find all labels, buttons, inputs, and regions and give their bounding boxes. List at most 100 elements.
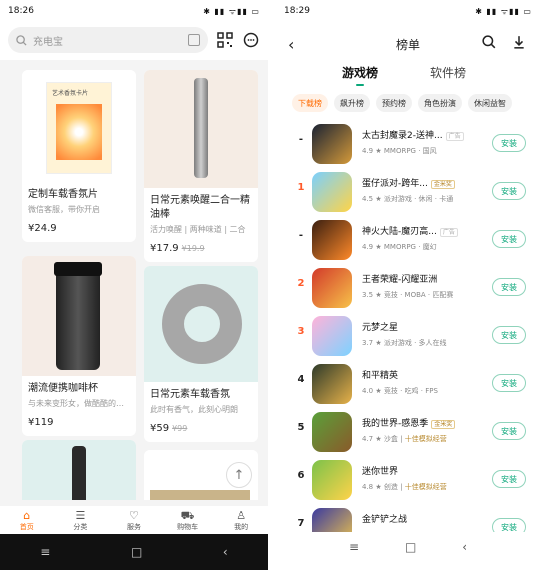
app-icon[interactable] bbox=[312, 220, 352, 260]
home-nav-icon[interactable]: □ bbox=[405, 540, 416, 554]
arrow-up-icon: ↑ bbox=[233, 467, 245, 483]
app-icon[interactable] bbox=[312, 508, 352, 532]
product-price: ¥119 bbox=[22, 409, 136, 436]
back-nav-icon[interactable]: ‹ bbox=[223, 545, 228, 559]
install-button[interactable]: 安装 bbox=[492, 422, 526, 440]
install-button[interactable]: 安装 bbox=[492, 326, 526, 344]
app-name-line: 蛋仔派对-跨年... 金米奖 bbox=[362, 176, 472, 189]
chip-rising[interactable]: 飙升榜 bbox=[334, 94, 370, 112]
app-meta: 4.0 ★ 竞技 · 吃鸡 · FPS bbox=[362, 386, 438, 396]
message-icon[interactable] bbox=[242, 31, 260, 49]
app-name-line: 神火大陆-魔刃高... 广告 bbox=[362, 224, 472, 237]
product-card[interactable]: 日常元素车载香氛 此时有香气，此刻心明朗 ¥59 ¥99 bbox=[144, 266, 258, 442]
star-icon: ★ bbox=[373, 387, 384, 395]
chip-casual[interactable]: 休闲益智 bbox=[468, 94, 512, 112]
product-image bbox=[22, 256, 136, 376]
back-arrow-icon[interactable]: ‹ bbox=[288, 35, 294, 54]
app-category: 派对游戏 · 多人在线 bbox=[383, 339, 447, 347]
app-name-line: 金铲铲之战 bbox=[362, 512, 472, 525]
app-name: 和平精英 bbox=[362, 371, 399, 381]
tab-games[interactable]: 游戏榜 bbox=[342, 64, 378, 86]
cart-icon: ⛟ bbox=[180, 508, 195, 522]
app-icon[interactable] bbox=[312, 124, 352, 164]
app-row[interactable]: - 神火大陆-魔刃高... 广告 4.9 ★ MMORPG · 魔幻 安装 bbox=[276, 216, 540, 264]
menu-nav-icon[interactable]: ≡ bbox=[349, 540, 359, 554]
install-button[interactable]: 安装 bbox=[492, 278, 526, 296]
search-bar: 充电宝 bbox=[8, 26, 260, 54]
app-name: 蛋仔派对-跨年... bbox=[362, 179, 428, 189]
install-button[interactable]: 安装 bbox=[492, 134, 526, 152]
qr-code-icon[interactable] bbox=[216, 31, 234, 49]
category-chips: 下载榜 飙升榜 预约榜 角色扮演 休闲益智 bbox=[292, 94, 512, 112]
back-nav-icon[interactable]: ‹ bbox=[462, 540, 467, 554]
tab-cart[interactable]: ⛟ 购物车 bbox=[166, 509, 210, 532]
app-name-line: 迷你世界 bbox=[362, 464, 472, 477]
status-icons: ✱ ▮▮ ᯤ▮▮ ▭ bbox=[203, 6, 260, 16]
bottom-tab-bar: ⌂ 首页 ☰ 分类 ♡ 服务 ⛟ 购物车 ♙ 我的 bbox=[0, 506, 268, 534]
app-meta: 4.8 ★ 创造 | 十佳模拟经营 bbox=[362, 482, 447, 492]
app-row[interactable]: 5 我的世界-感恩季 金米奖 4.7 ★ 沙盒 | 十佳模拟经营 安装 bbox=[276, 408, 540, 456]
star-icon: ★ bbox=[373, 339, 384, 347]
rank-number: - bbox=[298, 134, 304, 145]
chip-downloads[interactable]: 下载榜 bbox=[292, 94, 328, 112]
app-icon[interactable] bbox=[312, 268, 352, 308]
rating-value: 4.5 bbox=[362, 195, 374, 203]
price-value: ¥119 bbox=[28, 417, 54, 428]
app-name: 太古封魔录2-送神... bbox=[362, 131, 443, 141]
app-meta: 3.5 ★ 竞技 · MOBA · 匹配赛 bbox=[362, 290, 453, 300]
app-icon[interactable] bbox=[312, 172, 352, 212]
app-row[interactable]: 7 金铲铲之战 安装 bbox=[276, 504, 540, 532]
tab-profile[interactable]: ♙ 我的 bbox=[219, 509, 263, 532]
tab-home[interactable]: ⌂ 首页 bbox=[5, 509, 49, 532]
app-name: 神火大陆-魔刃高... bbox=[362, 227, 437, 237]
app-icon[interactable] bbox=[312, 460, 352, 500]
app-icon[interactable] bbox=[312, 412, 352, 452]
app-name-line: 元梦之星 bbox=[362, 320, 472, 333]
tab-software[interactable]: 软件榜 bbox=[430, 64, 466, 81]
install-button[interactable]: 安装 bbox=[492, 518, 526, 532]
install-button[interactable]: 安装 bbox=[492, 230, 526, 248]
app-name: 我的世界-感恩季 bbox=[362, 419, 429, 429]
install-button[interactable]: 安装 bbox=[492, 182, 526, 200]
product-image-label: 艺术香氛卡片 bbox=[52, 90, 89, 97]
product-subtitle: 与未来变形女，做酷酷的自己 bbox=[28, 399, 132, 408]
install-button[interactable]: 安装 bbox=[492, 374, 526, 392]
rank-number: 2 bbox=[297, 278, 305, 289]
shop-screen: 18:26 ✱ ▮▮ ᯤ▮▮ ▭ 充电宝 艺术香氛卡片 定制车载香氛片 微信客服… bbox=[0, 0, 268, 570]
app-name-line: 王者荣耀-闪耀亚洲 bbox=[362, 272, 472, 285]
app-row[interactable]: 3 元梦之星 3.7 ★ 派对游戏 · 多人在线 安装 bbox=[276, 312, 540, 360]
app-row[interactable]: 6 迷你世界 4.8 ★ 创造 | 十佳模拟经营 安装 bbox=[276, 456, 540, 504]
app-row[interactable]: 4 和平精英 4.0 ★ 竞技 · 吃鸡 · FPS 安装 bbox=[276, 360, 540, 408]
rating-value: 4.8 bbox=[362, 483, 374, 491]
app-row[interactable]: - 太古封魔录2-送神... 广告 4.9 ★ MMORPG · 国风 安装 bbox=[276, 120, 540, 168]
tab-label: 购物车 bbox=[177, 522, 199, 531]
app-name-line: 太古封魔录2-送神... 广告 bbox=[362, 128, 472, 141]
page-title: 榜单 bbox=[395, 37, 420, 52]
profile-icon: ♙ bbox=[236, 508, 247, 522]
chip-rpg[interactable]: 角色扮演 bbox=[418, 94, 462, 112]
back-to-top-button[interactable]: ↑ bbox=[226, 462, 252, 488]
search-input[interactable]: 充电宝 bbox=[8, 27, 208, 53]
product-card[interactable]: 潮流便携咖啡杯 与未来变形女，做酷酷的自己 ¥119 bbox=[22, 256, 136, 436]
install-button[interactable]: 安装 bbox=[492, 470, 526, 488]
app-icon[interactable] bbox=[312, 316, 352, 356]
download-icon[interactable] bbox=[512, 35, 526, 53]
chip-reservations[interactable]: 预约榜 bbox=[376, 94, 412, 112]
system-nav-bar: ≡ □ ‹ bbox=[0, 534, 268, 570]
app-icon[interactable] bbox=[312, 364, 352, 404]
product-card[interactable] bbox=[22, 440, 136, 500]
search-icon[interactable] bbox=[482, 35, 496, 53]
rating-value: 4.0 bbox=[362, 387, 374, 395]
app-row[interactable]: 2 王者荣耀-闪耀亚洲 3.5 ★ 竞技 · MOBA · 匹配赛 安装 bbox=[276, 264, 540, 312]
app-category: MMORPG · 魔幻 bbox=[383, 243, 437, 251]
product-card[interactable]: 艺术香氛卡片 定制车载香氛片 微信客服，带你开启 ¥24.9 bbox=[22, 70, 136, 242]
tab-category[interactable]: ☰ 分类 bbox=[58, 509, 102, 532]
menu-nav-icon[interactable]: ≡ bbox=[40, 545, 50, 559]
tab-service[interactable]: ♡ 服务 bbox=[112, 509, 156, 532]
home-nav-icon[interactable]: □ bbox=[131, 545, 142, 559]
app-row[interactable]: 1 蛋仔派对-跨年... 金米奖 4.5 ★ 派对游戏 · 休闲 · 卡通 安装 bbox=[276, 168, 540, 216]
tab-label: 首页 bbox=[19, 522, 34, 531]
product-card[interactable]: 日常元素唤醒二合一精油棒 活力唤醒 | 两种味道 | 二合 ¥17.9 ¥19.9 bbox=[144, 70, 258, 262]
main-tabs: 游戏榜 软件榜 bbox=[276, 64, 540, 86]
scan-icon[interactable] bbox=[188, 34, 200, 46]
